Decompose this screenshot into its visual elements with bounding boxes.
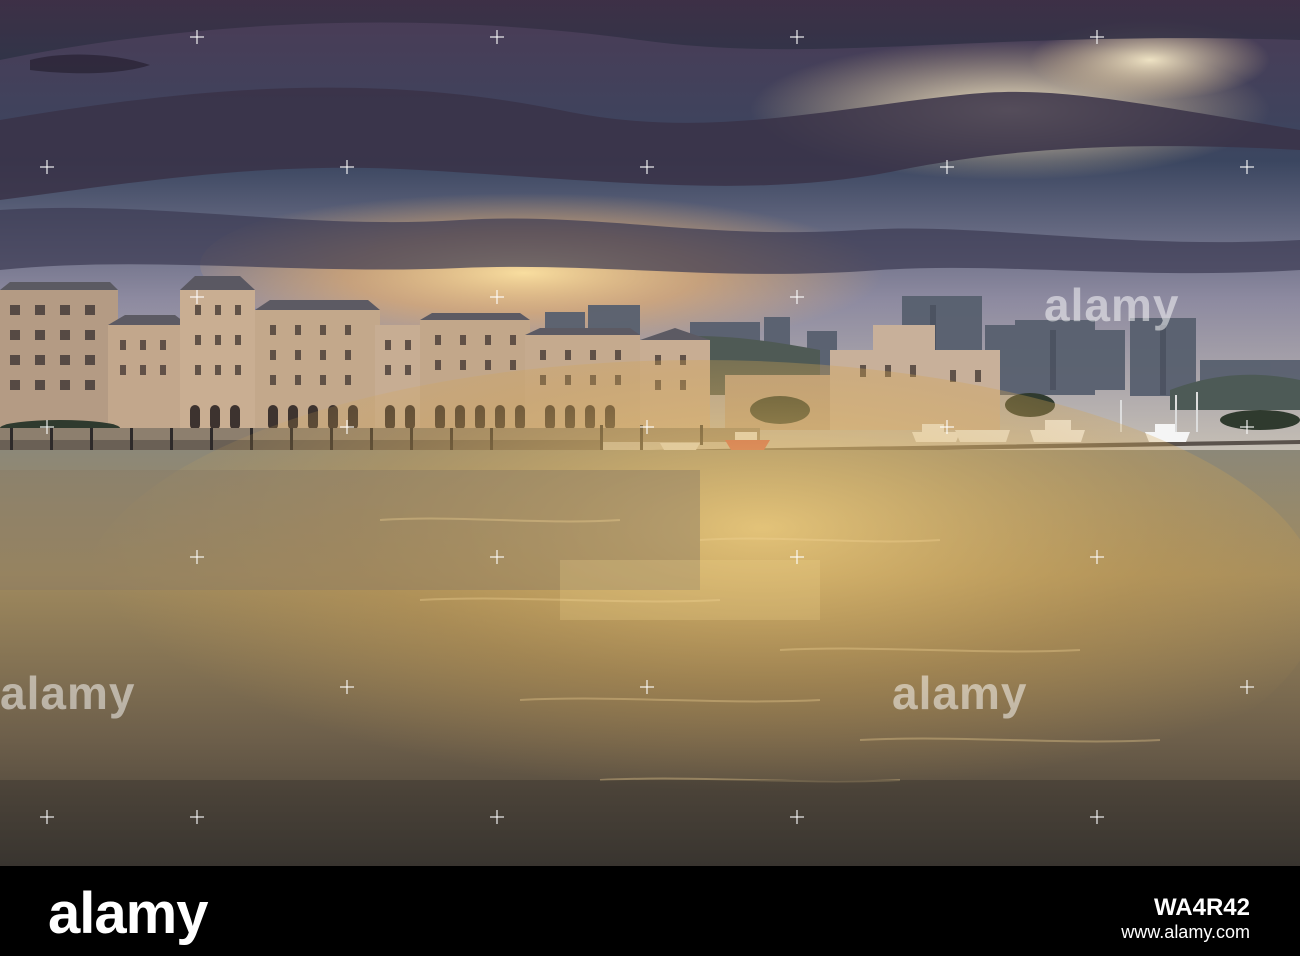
watermark-cross [940,420,954,434]
watermark-cross [940,160,954,174]
watermark-cross [790,810,804,824]
image-id-block: WA4R42 www.alamy.com [1121,894,1250,943]
stock-footer-bar: alamy WA4R42 www.alamy.com [0,866,1300,956]
watermark-cross [340,420,354,434]
watermark-cross [790,30,804,44]
watermark-cross [1090,30,1104,44]
watermark-cross [190,810,204,824]
watermark-cross [190,550,204,564]
harbor-sunset-photo: alamy alamy alamy [0,0,1300,866]
watermark-cross [1090,550,1104,564]
watermark-cross [40,420,54,434]
watermark-top: alamy [1044,279,1180,331]
watermark-cross [490,290,504,304]
watermark-middle-left: alamy [0,667,136,719]
watermark-cross [340,160,354,174]
watermark-cross [190,290,204,304]
watermark-cross [1240,420,1254,434]
watermark-cross [490,810,504,824]
image-id: WA4R42 [1153,894,1250,921]
watermark-middle-right: alamy [892,667,1028,719]
watermark-cross [40,810,54,824]
watermark-cross [340,680,354,694]
watermark-cross [490,30,504,44]
watermark-cross [1240,160,1254,174]
watermark-cross [490,550,504,564]
watermark-cross [190,30,204,44]
watermark-cross [1090,810,1104,824]
watermark-cross [790,290,804,304]
watermark-cross [640,420,654,434]
watermark-cross [790,550,804,564]
watermark-cross [40,160,54,174]
stock-photo-frame: alamy alamy alamy alamy WA4R42 www.alamy… [0,0,1300,956]
watermark-cross [640,160,654,174]
watermark-cross [640,680,654,694]
site-domain-link[interactable]: www.alamy.com [1121,922,1250,943]
watermark-cross [1240,680,1254,694]
alamy-logo[interactable]: alamy [48,880,208,947]
